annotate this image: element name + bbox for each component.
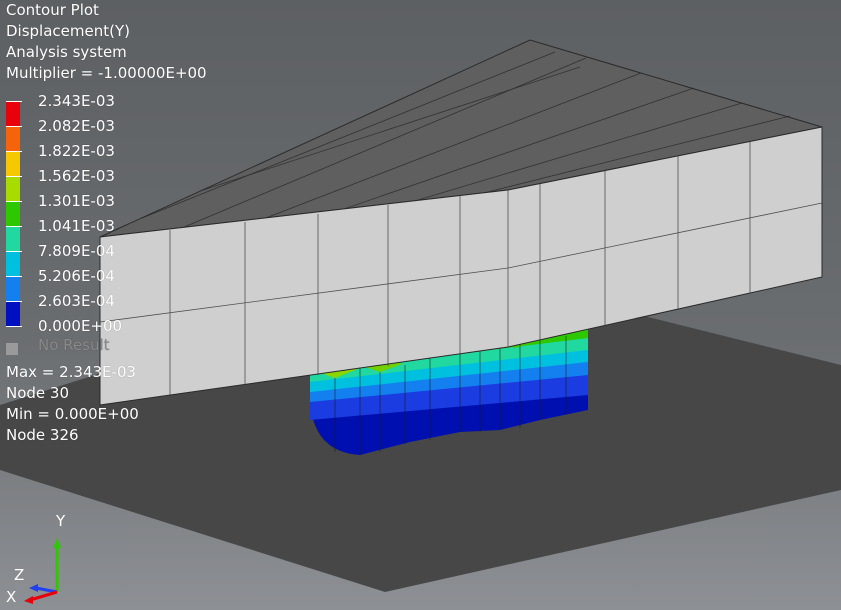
no-result-label: No Result bbox=[38, 336, 110, 354]
plot-type-label: Contour Plot bbox=[6, 1, 99, 19]
triad-z-label: Z bbox=[14, 566, 25, 584]
legend-swatch bbox=[6, 251, 20, 276]
legend-tick bbox=[6, 201, 22, 202]
legend-tick bbox=[6, 176, 22, 177]
legend-value-label: 2.082E-03 bbox=[38, 117, 115, 135]
graphics-viewport[interactable] bbox=[0, 0, 841, 610]
result-type-label: Displacement(Y) bbox=[6, 22, 130, 40]
legend-tick bbox=[6, 226, 22, 227]
legend-swatch bbox=[6, 176, 20, 201]
min-node-label: Node 326 bbox=[6, 426, 79, 444]
triad-y-label: Y bbox=[56, 512, 66, 530]
coordinate-triad bbox=[24, 538, 61, 604]
legend-swatch bbox=[6, 151, 20, 176]
max-node-label: Node 30 bbox=[6, 384, 70, 402]
no-result-swatch bbox=[6, 343, 18, 355]
legend-value-label: 1.562E-03 bbox=[38, 167, 115, 185]
legend-value-label: 1.301E-03 bbox=[38, 192, 115, 210]
legend-swatch bbox=[6, 101, 20, 126]
legend-value-label: 2.603E-04 bbox=[38, 292, 115, 310]
legend-tick bbox=[6, 326, 22, 327]
legend-swatch bbox=[6, 276, 20, 301]
multiplier-label: Multiplier = -1.00000E+00 bbox=[6, 64, 207, 82]
legend-tick bbox=[6, 276, 22, 277]
legend-tick bbox=[6, 301, 22, 302]
legend-tick bbox=[6, 101, 22, 102]
max-value-label: Max = 2.343E-03 bbox=[6, 363, 137, 381]
legend-swatch bbox=[6, 226, 20, 251]
legend-value-label: 1.822E-03 bbox=[38, 142, 115, 160]
legend-value-label: 2.343E-03 bbox=[38, 92, 115, 110]
legend-tick bbox=[6, 151, 22, 152]
legend-tick bbox=[6, 251, 22, 252]
model-view[interactable] bbox=[0, 0, 841, 610]
min-value-label: Min = 0.000E+00 bbox=[6, 405, 139, 423]
legend-value-label: 7.809E-04 bbox=[38, 242, 115, 260]
system-label: Analysis system bbox=[6, 43, 127, 61]
legend-value-label: 0.000E+00 bbox=[38, 317, 123, 335]
legend-value-label: 5.206E-04 bbox=[38, 267, 115, 285]
legend-swatch bbox=[6, 201, 20, 226]
legend-value-label: 1.041E-03 bbox=[38, 217, 115, 235]
legend-swatch bbox=[6, 126, 20, 151]
legend-tick bbox=[6, 126, 22, 127]
legend-swatch bbox=[6, 301, 20, 326]
triad-x-label: X bbox=[6, 588, 17, 606]
